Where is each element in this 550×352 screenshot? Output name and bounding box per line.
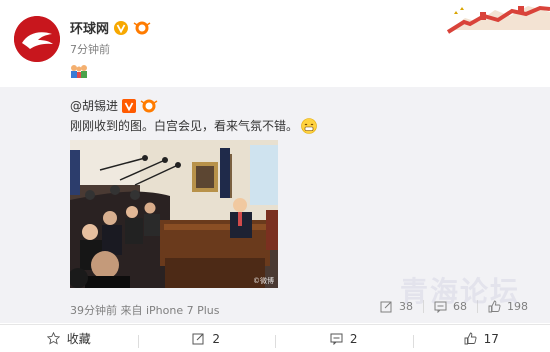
author-avatar[interactable] bbox=[14, 16, 60, 62]
comment-icon bbox=[330, 333, 343, 345]
share-icon bbox=[380, 301, 392, 313]
author-row: 环球网 bbox=[70, 18, 151, 37]
grin-emoji-icon bbox=[301, 117, 317, 134]
family-emoji-icon bbox=[71, 65, 87, 78]
vip-icon[interactable] bbox=[133, 21, 151, 35]
repost-author-name[interactable]: @胡锡进 bbox=[70, 97, 118, 114]
repost-text-row: 刚刚收到的图。白宫会见，看来气氛不错。 bbox=[70, 117, 317, 134]
site-watermark: 青海论坛 bbox=[399, 275, 520, 308]
weibo-post-card: 环球网 7分钟前 @胡锡进 刚刚收到的图。白宫会见，看来气氛不错。 ©微博 39… bbox=[0, 0, 550, 352]
oval-office-photo bbox=[70, 140, 278, 288]
like-button[interactable]: 17 bbox=[412, 331, 550, 348]
author-name[interactable]: 环球网 bbox=[70, 18, 109, 37]
repost-author-row: @胡锡进 bbox=[70, 97, 158, 114]
like-icon bbox=[464, 332, 477, 345]
share-count: 2 bbox=[212, 331, 221, 346]
repost-meta[interactable]: 39分钟前 来自 iPhone 7 Plus bbox=[70, 302, 220, 318]
star-icon bbox=[46, 332, 60, 345]
verified-icon[interactable] bbox=[114, 20, 129, 35]
post-time[interactable]: 7分钟前 bbox=[70, 41, 110, 57]
comment-count: 2 bbox=[349, 331, 358, 346]
share-button[interactable]: 2 bbox=[137, 331, 276, 348]
collect-button[interactable]: 收藏 bbox=[0, 330, 138, 347]
great-wall-banner bbox=[440, 0, 550, 36]
comment-button[interactable]: 2 bbox=[275, 331, 413, 348]
like-count: 17 bbox=[483, 331, 499, 346]
repost-photo[interactable]: ©微博 bbox=[70, 140, 278, 288]
repost-text: 刚刚收到的图。白宫会见，看来气氛不错。 bbox=[70, 119, 299, 133]
vip-icon[interactable] bbox=[140, 99, 158, 113]
huanqiu-logo-icon bbox=[14, 16, 60, 62]
collect-label: 收藏 bbox=[66, 332, 91, 346]
verified-icon[interactable] bbox=[122, 98, 137, 113]
photo-watermark: ©微博 bbox=[253, 277, 274, 285]
share-icon bbox=[192, 333, 204, 345]
footer-action-bar: 收藏 2 2 17 bbox=[0, 324, 550, 352]
